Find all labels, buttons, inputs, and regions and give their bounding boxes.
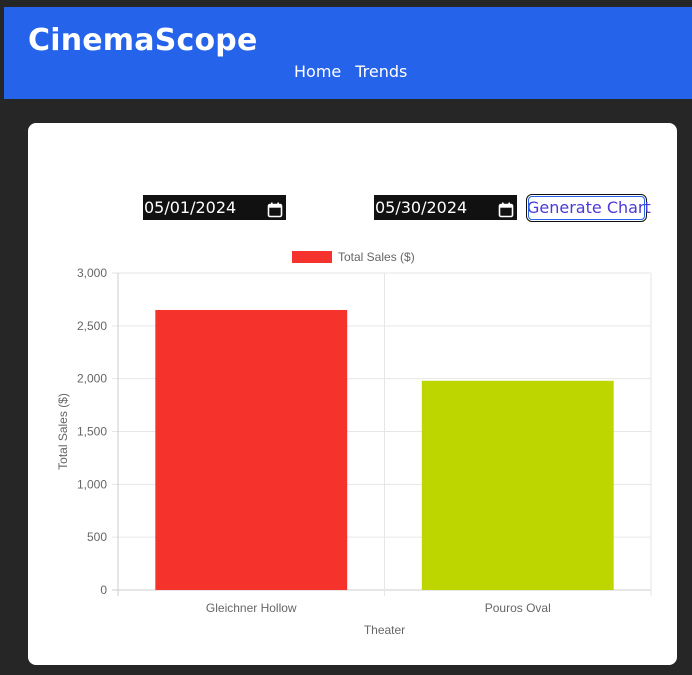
x-axis-title: Theater bbox=[364, 623, 405, 637]
brand-title[interactable]: CinemaScope bbox=[28, 21, 258, 61]
bar-2 bbox=[421, 380, 614, 590]
x-tick-label: Pouros Oval bbox=[485, 601, 551, 615]
y-tick-label: 2,000 bbox=[77, 372, 107, 386]
chart-card: 05/01/2024 05/30/2024 Generate Chart 0 5… bbox=[28, 123, 677, 665]
sales-bar-chart: 0 500 1,000 1,500 2,000 2,500 3,000 Gleichner H… bbox=[56, 250, 652, 637]
x-tick-label: Gleichner Hollow bbox=[206, 601, 297, 615]
y-tick-label: 1,500 bbox=[77, 425, 107, 439]
y-tick-label: 0 bbox=[100, 583, 107, 597]
y-axis-title: Total Sales ($) bbox=[56, 393, 70, 470]
top-strip bbox=[0, 0, 692, 7]
bar-1 bbox=[155, 309, 348, 590]
y-tick-label: 2,500 bbox=[77, 319, 107, 333]
main-nav: Home Trends bbox=[294, 61, 407, 83]
y-tick-label: 500 bbox=[87, 530, 107, 544]
page: CinemaScope Home Trends 05/01/2024 05/30… bbox=[0, 0, 692, 675]
y-tick-label: 1,000 bbox=[77, 477, 107, 491]
nav-trends-link[interactable]: Trends bbox=[355, 61, 407, 83]
legend-swatch bbox=[292, 251, 332, 263]
y-tick-label: 3,000 bbox=[77, 266, 107, 280]
legend-label: Total Sales ($) bbox=[338, 250, 415, 264]
site-header: CinemaScope Home Trends bbox=[4, 7, 692, 99]
nav-home-link[interactable]: Home bbox=[294, 61, 341, 83]
